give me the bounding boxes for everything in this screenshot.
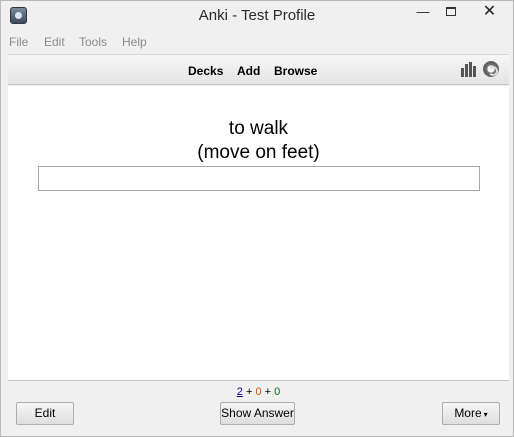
review-count: 0	[274, 386, 281, 398]
browse-link[interactable]: Browse	[274, 64, 317, 78]
maximize-button[interactable]	[436, 1, 466, 23]
menu-edit[interactable]: Edit	[44, 35, 65, 49]
card-front: to walk (move on feet)	[8, 117, 509, 165]
learning-count: 0	[255, 386, 262, 398]
card-front-line1: to walk	[228, 118, 289, 139]
dropdown-caret-icon: ▾	[483, 410, 488, 419]
plus-sign: +	[264, 386, 272, 398]
bottom-bar: 2 + 0 + 0 Edit Show Answer More ▾	[8, 380, 509, 432]
review-area: to walk (move on feet)	[8, 86, 509, 380]
title-bar: Anki - Test Profile — ✕	[1, 1, 513, 31]
close-button[interactable]: ✕	[467, 1, 512, 23]
anki-window: Anki - Test Profile — ✕ File Edit Tools …	[0, 0, 514, 437]
edit-button[interactable]: Edit	[16, 402, 74, 425]
maximize-icon	[446, 7, 456, 16]
add-link[interactable]: Add	[237, 64, 260, 78]
due-counts: 2 + 0 + 0	[8, 386, 509, 398]
menu-file[interactable]: File	[9, 35, 28, 49]
more-button-label: More	[454, 406, 482, 420]
bar-chart-icon[interactable]	[461, 62, 477, 77]
menu-help[interactable]: Help	[122, 35, 147, 49]
menu-tools[interactable]: Tools	[79, 35, 107, 49]
decks-link[interactable]: Decks	[188, 64, 223, 78]
new-count: 2	[236, 386, 243, 398]
plus-sign: +	[245, 386, 253, 398]
menu-bar: File Edit Tools Help	[2, 32, 512, 53]
more-button[interactable]: More ▾	[442, 402, 500, 425]
card-front-line2: (move on feet)	[197, 142, 320, 163]
top-toolbar: Decks Add Browse	[8, 54, 509, 85]
minimize-button[interactable]: —	[408, 1, 438, 23]
sync-icon[interactable]	[483, 61, 499, 77]
type-answer-input[interactable]	[38, 166, 480, 191]
edit-button-label: Edit	[34, 406, 56, 420]
show-answer-button[interactable]: Show Answer	[220, 402, 295, 425]
show-answer-label: Show Answer	[221, 406, 294, 420]
